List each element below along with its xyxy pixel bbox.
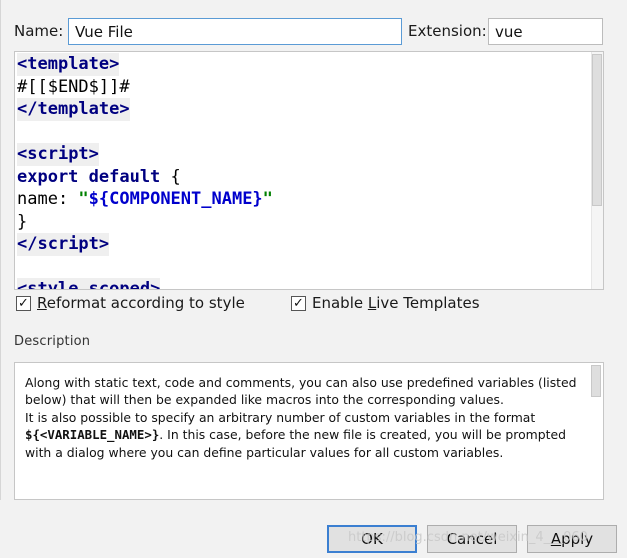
reformat-label: Reformat according to style — [37, 294, 245, 312]
description-paragraph-1: Along with static text, code and comment… — [25, 375, 577, 408]
code-token: < — [17, 279, 28, 290]
code-line: } — [17, 211, 592, 234]
code-token: </ — [17, 99, 38, 119]
code-token: > — [150, 279, 161, 290]
variable-format-code: ${<VARIABLE_NAME>} — [25, 427, 160, 443]
editor-scrollbar-thumb[interactable] — [592, 54, 602, 206]
live-templates-checkbox[interactable]: ✓ — [291, 295, 306, 311]
name-label: Name: — [14, 22, 64, 40]
reformat-checkbox[interactable]: ✓ — [16, 295, 31, 311]
left-edge-rule — [0, 0, 1, 500]
code-token: > — [109, 54, 120, 74]
code-token: script — [37, 234, 99, 254]
code-line: <script> — [17, 143, 592, 166]
code-token: > — [119, 99, 130, 119]
code-token: > — [98, 234, 110, 254]
ok-button[interactable]: OK — [327, 525, 417, 553]
description-text: Along with static text, code and comment… — [25, 374, 585, 461]
code-token: script — [27, 144, 89, 164]
description-scrollbar-thumb[interactable] — [591, 365, 601, 397]
reformat-checkbox-row[interactable]: ✓ Reformat according to style — [16, 293, 245, 313]
template-code-editor[interactable]: <template> #[[$END$]]# </template> <script>… — [14, 51, 604, 290]
code-line: name: "${COMPONENT_NAME}" — [17, 188, 592, 211]
code-line: <style scoped> — [17, 278, 592, 290]
code-line: <template> — [17, 53, 592, 76]
code-token: } — [17, 211, 28, 232]
extension-input[interactable] — [488, 18, 603, 45]
code-token: template — [27, 54, 110, 74]
cancel-button[interactable]: Cancel — [427, 525, 517, 553]
editor-scrollbar[interactable] — [591, 52, 603, 289]
live-templates-label: Enable Live Templates — [312, 294, 480, 312]
code-line: export default { — [17, 166, 592, 189]
code-token: template — [37, 99, 120, 119]
description-paragraph-2: It is also possible to specify an arbitr… — [25, 409, 566, 460]
code-line: </script> — [17, 233, 592, 256]
code-token: { — [160, 166, 181, 187]
code-token: export default — [17, 166, 161, 187]
apply-button[interactable]: Apply — [527, 525, 617, 553]
code-token: > — [88, 144, 99, 164]
code-token: </ — [17, 234, 38, 254]
name-input[interactable] — [68, 18, 402, 45]
extension-label: Extension: — [408, 22, 487, 40]
code-token: " — [262, 189, 273, 209]
code-content[interactable]: <template> #[[$END$]]# </template> <script>… — [17, 53, 592, 290]
code-token: < — [17, 54, 28, 74]
code-token: ${COMPONENT_NAME} — [88, 189, 263, 209]
code-token: " — [78, 189, 89, 209]
code-token: name: — [17, 189, 79, 209]
code-token: #[[$END$]]# — [17, 76, 130, 97]
description-panel[interactable]: Along with static text, code and comment… — [14, 362, 604, 500]
code-line: #[[$END$]]# — [17, 76, 592, 99]
description-title: Description — [14, 334, 91, 349]
code-token: < — [17, 144, 28, 164]
code-token: style scoped — [27, 279, 151, 290]
live-templates-checkbox-row[interactable]: ✓ Enable Live Templates — [291, 293, 480, 313]
code-line: </template> — [17, 98, 592, 121]
